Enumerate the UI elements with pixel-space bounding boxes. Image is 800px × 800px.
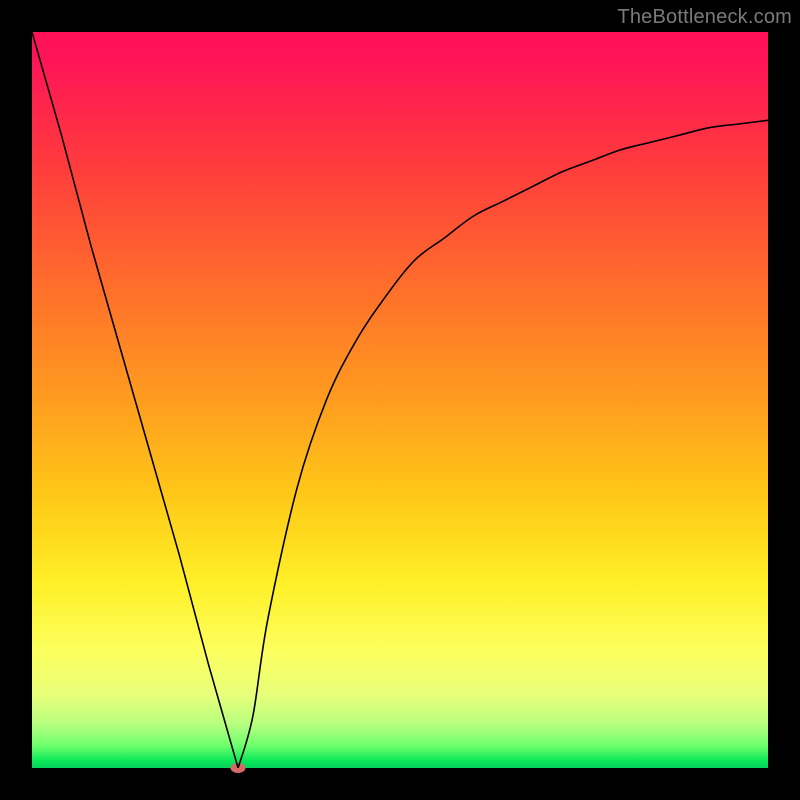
plot-area xyxy=(32,32,768,768)
watermark-text: TheBottleneck.com xyxy=(617,6,792,29)
curve-svg xyxy=(32,32,768,768)
data-curve xyxy=(32,32,768,768)
chart-frame: TheBottleneck.com xyxy=(0,0,800,800)
